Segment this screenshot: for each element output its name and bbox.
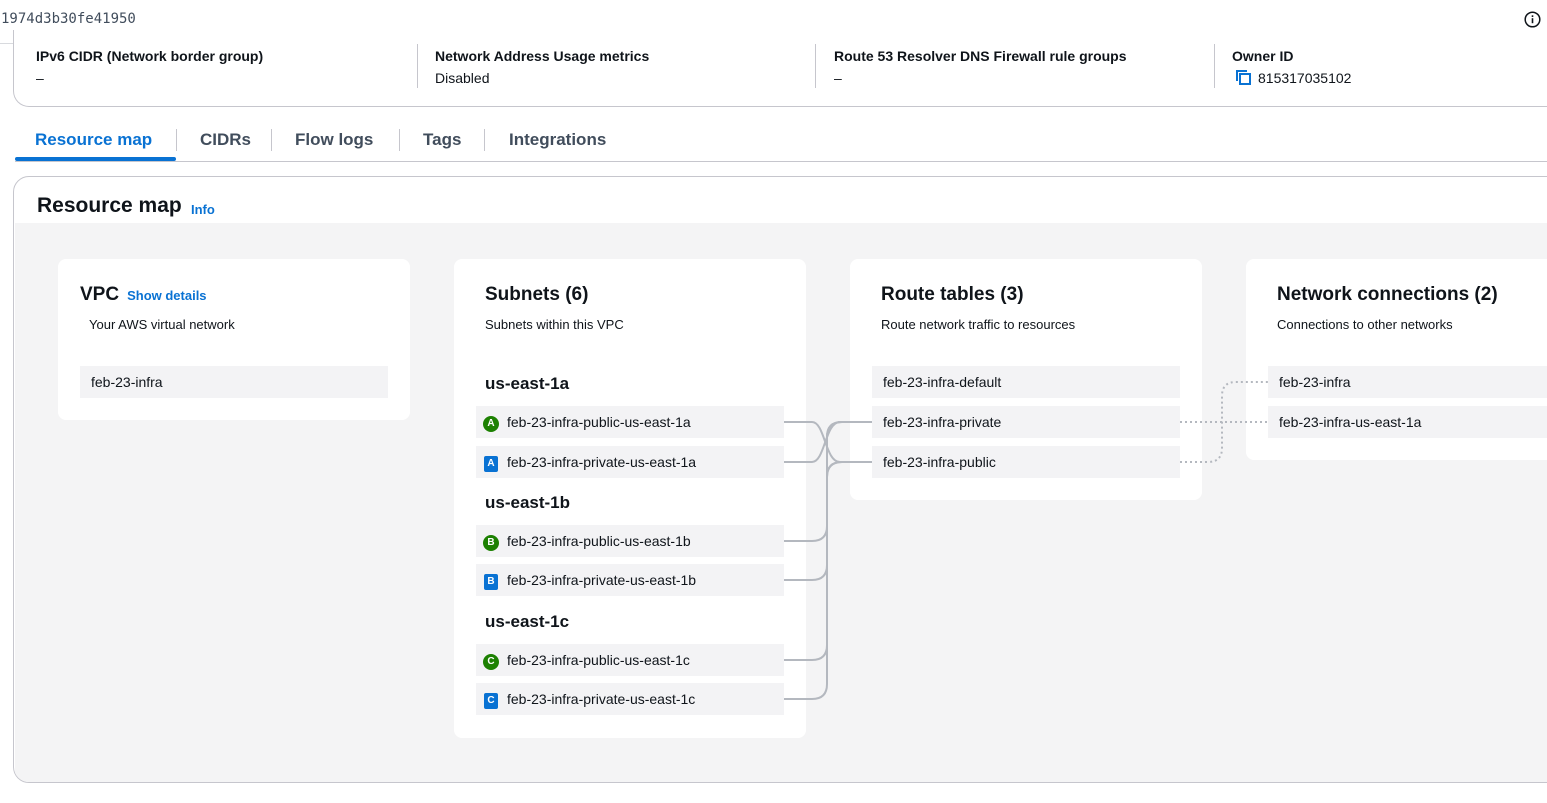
subnet-item[interactable]: Cfeb-23-infra-public-us-east-1c: [476, 644, 784, 676]
zone-heading: us-east-1a: [485, 374, 570, 393]
route-table-item[interactable]: feb-23-infra-public: [872, 446, 1180, 478]
detail-dns-firewall: Route 53 Resolver DNS Firewall rule grou…: [834, 47, 1127, 89]
public-subnet-badge-icon: B: [483, 535, 499, 551]
detail-value: –: [834, 70, 842, 86]
route-tables-subtitle: Route network traffic to resources: [881, 317, 1076, 332]
public-subnet-badge-icon: A: [483, 416, 499, 432]
route-table-item[interactable]: feb-23-infra-default: [872, 366, 1180, 398]
tab-divider: [176, 129, 177, 151]
subnet-item[interactable]: Afeb-23-infra-private-us-east-1a: [476, 446, 784, 478]
detail-value: 815317035102: [1232, 69, 1351, 87]
resource-map-title: Resource map: [37, 194, 182, 217]
network-connections-title: Network connections (2): [1277, 284, 1498, 305]
tab-bar: Resource map CIDRs Flow logs Tags Integr…: [15, 120, 1547, 162]
copy-icon[interactable]: [1235, 69, 1252, 86]
vpc-panel-title: VPC Show details: [80, 284, 207, 306]
tab-divider: [399, 129, 400, 151]
tab-flow-logs[interactable]: Flow logs: [295, 130, 373, 150]
tab-tags[interactable]: Tags: [423, 130, 461, 150]
route-tables-title: Route tables (3): [881, 284, 1024, 305]
divider: [1214, 44, 1215, 88]
subnet-item[interactable]: Bfeb-23-infra-public-us-east-1b: [476, 525, 784, 557]
detail-nau-metrics: Network Address Usage metrics Disabled: [435, 47, 649, 89]
network-connection-item[interactable]: feb-23-infra: [1268, 366, 1547, 398]
subnet-name: feb-23-infra-private-us-east-1b: [507, 572, 697, 588]
subnet-name: feb-23-infra-public-us-east-1c: [507, 652, 690, 668]
zone-heading: us-east-1c: [485, 612, 570, 631]
tab-integrations[interactable]: Integrations: [509, 130, 606, 150]
private-subnet-badge-icon: B: [484, 574, 498, 590]
tab-cidrs[interactable]: CIDRs: [200, 130, 251, 150]
vpc-id-heading: 1974d3b30fe41950: [1, 11, 136, 27]
public-subnet-badge-icon: C: [483, 654, 499, 670]
detail-owner-id: Owner ID 815317035102: [1232, 47, 1351, 89]
divider: [417, 44, 418, 88]
subnet-name: feb-23-infra-private-us-east-1c: [507, 691, 696, 707]
subnet-name: feb-23-infra-private-us-east-1a: [507, 454, 697, 470]
detail-label: Network Address Usage metrics: [435, 48, 650, 64]
detail-ipv6-cidr: IPv6 CIDR (Network border group) –: [36, 47, 263, 89]
detail-label: IPv6 CIDR (Network border group): [36, 48, 264, 64]
info-circle-icon[interactable]: [1524, 11, 1541, 28]
subnet-item[interactable]: Cfeb-23-infra-private-us-east-1c: [476, 683, 784, 715]
route-table-item[interactable]: feb-23-infra-private: [872, 406, 1180, 438]
tab-divider: [484, 129, 485, 151]
subnet-name: feb-23-infra-public-us-east-1a: [507, 414, 691, 430]
network-connections-subtitle: Connections to other networks: [1277, 317, 1453, 332]
show-details-link[interactable]: Show details: [127, 288, 206, 303]
tab-resource-map[interactable]: Resource map: [35, 130, 152, 150]
detail-label: Owner ID: [1232, 48, 1294, 64]
zone-heading: us-east-1b: [485, 493, 571, 512]
subnets-subtitle: Subnets within this VPC: [485, 317, 624, 332]
network-connection-item[interactable]: feb-23-infra-us-east-1a: [1268, 406, 1547, 438]
tab-divider: [271, 129, 272, 151]
subnet-item[interactable]: Afeb-23-infra-public-us-east-1a: [476, 406, 784, 438]
detail-value: –: [36, 70, 44, 86]
detail-label: Route 53 Resolver DNS Firewall rule grou…: [834, 48, 1127, 64]
vpc-title: VPC: [80, 284, 120, 305]
vpc-subtitle: Your AWS virtual network: [89, 317, 235, 332]
active-tab-indicator: [15, 157, 176, 161]
subnet-name: feb-23-infra-public-us-east-1b: [507, 533, 691, 549]
private-subnet-badge-icon: C: [484, 693, 498, 709]
info-link[interactable]: Info: [191, 202, 215, 217]
detail-value: Disabled: [435, 70, 490, 86]
divider: [815, 44, 816, 88]
owner-id-value: 815317035102: [1258, 70, 1352, 86]
subnet-item[interactable]: Bfeb-23-infra-private-us-east-1b: [476, 564, 784, 596]
vpc-item[interactable]: feb-23-infra: [80, 366, 388, 398]
private-subnet-badge-icon: A: [484, 456, 498, 472]
subnets-title: Subnets (6): [485, 284, 589, 305]
